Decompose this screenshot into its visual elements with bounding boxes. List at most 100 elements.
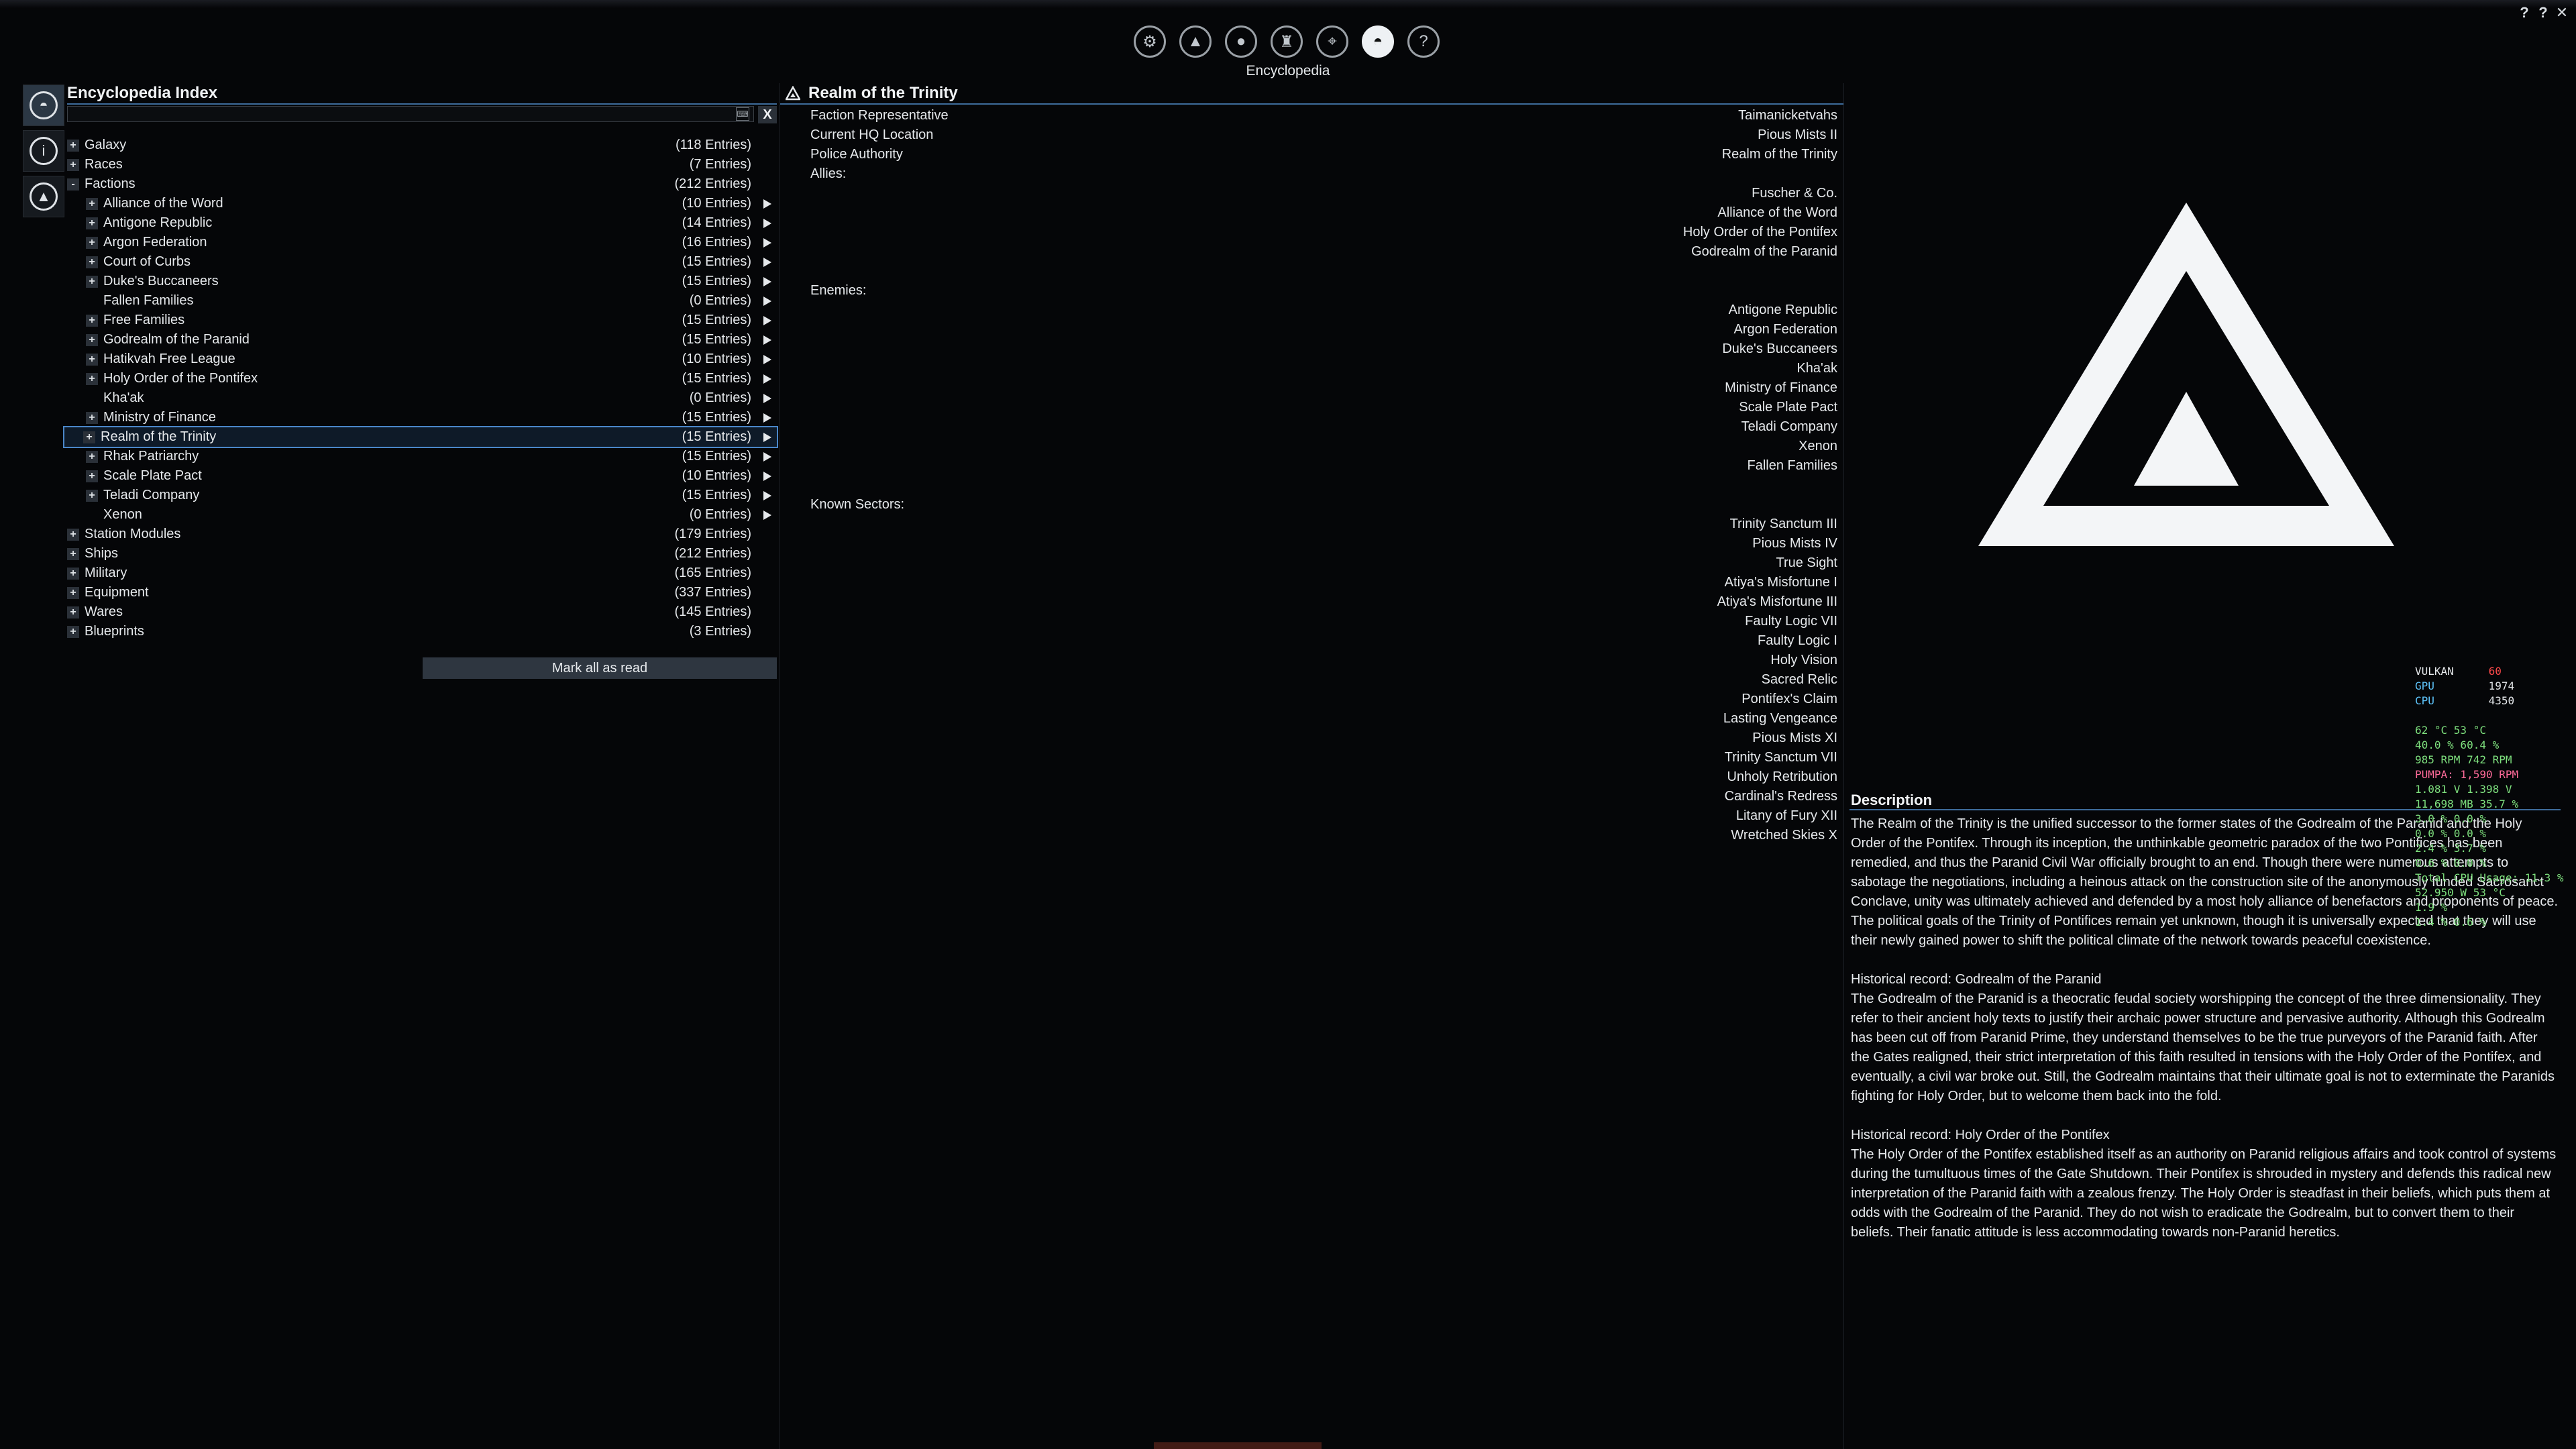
- help-menu-button[interactable]: ?: [1407, 25, 1440, 58]
- search-input[interactable]: ⌨: [67, 106, 754, 122]
- tree-row[interactable]: + Rhak Patriarchy (15 Entries): [67, 447, 777, 466]
- arrow-right-icon[interactable]: [763, 472, 771, 481]
- tree-row[interactable]: - Factions (212 Entries): [67, 174, 777, 194]
- tree-row[interactable]: Xenon (0 Entries): [67, 505, 777, 525]
- arrow-right-icon[interactable]: [763, 491, 771, 500]
- help-alt-button[interactable]: ?: [2536, 5, 2551, 20]
- arrow-right-icon[interactable]: [763, 238, 771, 248]
- info-tab-icon: i: [30, 137, 58, 165]
- tree-row-count: (14 Entries): [682, 215, 751, 230]
- close-button[interactable]: ✕: [2555, 5, 2569, 20]
- tree-row-label: Blueprints: [85, 624, 144, 639]
- expand-icon[interactable]: +: [67, 626, 79, 638]
- tree-row[interactable]: + Godrealm of the Paranid (15 Entries): [67, 330, 777, 350]
- tree-row[interactable]: + Teladi Company (15 Entries): [67, 486, 777, 505]
- settings-menu-button[interactable]: ⚙: [1134, 25, 1166, 58]
- expand-icon[interactable]: +: [86, 490, 98, 502]
- arrow-right-icon[interactable]: [763, 277, 771, 286]
- expand-icon[interactable]: +: [86, 276, 98, 288]
- expand-icon[interactable]: +: [67, 587, 79, 599]
- collapse-icon[interactable]: -: [67, 178, 79, 191]
- tree-row-count: (0 Entries): [689, 507, 751, 522]
- arrow-right-icon[interactable]: [763, 335, 771, 345]
- tree-row-label: Equipment: [85, 585, 149, 600]
- expand-icon[interactable]: +: [86, 354, 98, 366]
- arrow-right-icon[interactable]: [763, 394, 771, 403]
- help-button[interactable]: ?: [2517, 5, 2532, 20]
- ship-menu-button[interactable]: ♜: [1271, 25, 1303, 58]
- tree-row[interactable]: + Duke's Buccaneers (15 Entries): [67, 272, 777, 291]
- ship-icon: ♜: [1279, 32, 1294, 51]
- tree-row[interactable]: + Scale Plate Pact (10 Entries): [67, 466, 777, 486]
- tree-row[interactable]: + Equipment (337 Entries): [67, 583, 777, 602]
- encyclopedia-menu-button[interactable]: ◓: [1362, 25, 1394, 58]
- hud-stat: 40.0 % 60.4 %: [2415, 739, 2500, 751]
- expand-icon[interactable]: +: [67, 548, 79, 560]
- tree-row-label: Holy Order of the Pontifex: [103, 371, 258, 386]
- arrow-right-icon[interactable]: [763, 452, 771, 462]
- tree-row[interactable]: + Ministry of Finance (15 Entries): [67, 408, 777, 427]
- tree-row[interactable]: Kha'ak (0 Entries): [67, 388, 777, 408]
- tree-row[interactable]: + Ships (212 Entries): [67, 544, 777, 564]
- expand-icon[interactable]: +: [86, 334, 98, 346]
- tree-row[interactable]: + Wares (145 Entries): [67, 602, 777, 622]
- player-menu-button[interactable]: ●: [1225, 25, 1257, 58]
- expand-icon[interactable]: +: [86, 315, 98, 327]
- expand-icon[interactable]: +: [67, 568, 79, 580]
- tree-row[interactable]: + Galaxy (118 Entries): [67, 136, 777, 155]
- tree-row-count: (10 Entries): [682, 468, 751, 483]
- index-tree: + Galaxy (118 Entries) + Races (7 Entries) - Fa…: [63, 136, 778, 641]
- tree-row-label: Alliance of the Word: [103, 196, 223, 211]
- map-menu-button[interactable]: ⌖: [1316, 25, 1348, 58]
- arrow-right-icon[interactable]: [763, 374, 771, 384]
- expand-icon[interactable]: +: [67, 606, 79, 619]
- tree-row-selected[interactable]: + Realm of the Trinity (15 Entries): [63, 426, 778, 448]
- expand-icon[interactable]: +: [86, 412, 98, 424]
- tree-row[interactable]: + Military (165 Entries): [67, 564, 777, 583]
- arrow-right-icon[interactable]: [763, 219, 771, 228]
- expand-icon[interactable]: +: [67, 140, 79, 152]
- tree-row[interactable]: + Blueprints (3 Entries): [67, 622, 777, 641]
- sector-item: Litany of Fury XII: [1735, 808, 1837, 823]
- faction-menu-button[interactable]: ▲: [1179, 25, 1212, 58]
- expand-icon[interactable]: +: [86, 237, 98, 249]
- arrow-right-icon[interactable]: [763, 511, 771, 520]
- arrow-right-icon[interactable]: [763, 258, 771, 267]
- tree-row[interactable]: + Hatikvah Free League (10 Entries): [67, 350, 777, 369]
- arrow-right-icon[interactable]: [763, 355, 771, 364]
- expand-icon[interactable]: +: [67, 159, 79, 171]
- arrow-right-icon[interactable]: [763, 316, 771, 325]
- expand-icon[interactable]: +: [86, 198, 98, 210]
- expand-icon[interactable]: +: [67, 529, 79, 541]
- arrow-right-icon[interactable]: [763, 433, 771, 442]
- arrow-right-icon[interactable]: [763, 413, 771, 423]
- expand-icon[interactable]: +: [86, 217, 98, 229]
- arrow-right-icon[interactable]: [763, 199, 771, 209]
- tree-row[interactable]: + Court of Curbs (15 Entries): [67, 252, 777, 272]
- tree-row[interactable]: + Holy Order of the Pontifex (15 Entries): [67, 369, 777, 388]
- expand-icon[interactable]: +: [86, 373, 98, 385]
- tree-row-label: Kha'ak: [103, 390, 144, 405]
- expand-icon[interactable]: +: [86, 451, 98, 463]
- tree-row-count: (15 Entries): [682, 313, 751, 327]
- keyboard-icon[interactable]: ⌨: [736, 107, 749, 121]
- encyclopedia-tab-button[interactable]: ◓: [23, 85, 64, 126]
- arrow-right-icon[interactable]: [763, 297, 771, 306]
- info-tab-button[interactable]: i: [23, 130, 64, 172]
- hud-stat: 11,698 MB 35.7 %: [2415, 798, 2519, 810]
- tree-row[interactable]: + Argon Federation (16 Entries): [67, 233, 777, 252]
- tree-row[interactable]: + Antigone Republic (14 Entries): [67, 213, 777, 233]
- mark-all-read-button[interactable]: Mark all as read: [423, 657, 777, 679]
- expand-icon[interactable]: +: [86, 470, 98, 482]
- faction-tab-button[interactable]: ▲: [23, 176, 64, 217]
- expand-icon[interactable]: +: [83, 431, 95, 443]
- tree-row[interactable]: Fallen Families (0 Entries): [67, 291, 777, 311]
- sector-item: Sacred Relic: [1761, 672, 1837, 687]
- expand-icon[interactable]: +: [86, 256, 98, 268]
- clear-search-button[interactable]: X: [758, 106, 777, 123]
- tree-row[interactable]: + Station Modules (179 Entries): [67, 525, 777, 544]
- hud-api-row: VULKAN 60: [2415, 664, 2564, 679]
- tree-row[interactable]: + Races (7 Entries): [67, 155, 777, 174]
- tree-row[interactable]: + Alliance of the Word (10 Entries): [67, 194, 777, 213]
- tree-row[interactable]: + Free Families (15 Entries): [67, 311, 777, 330]
